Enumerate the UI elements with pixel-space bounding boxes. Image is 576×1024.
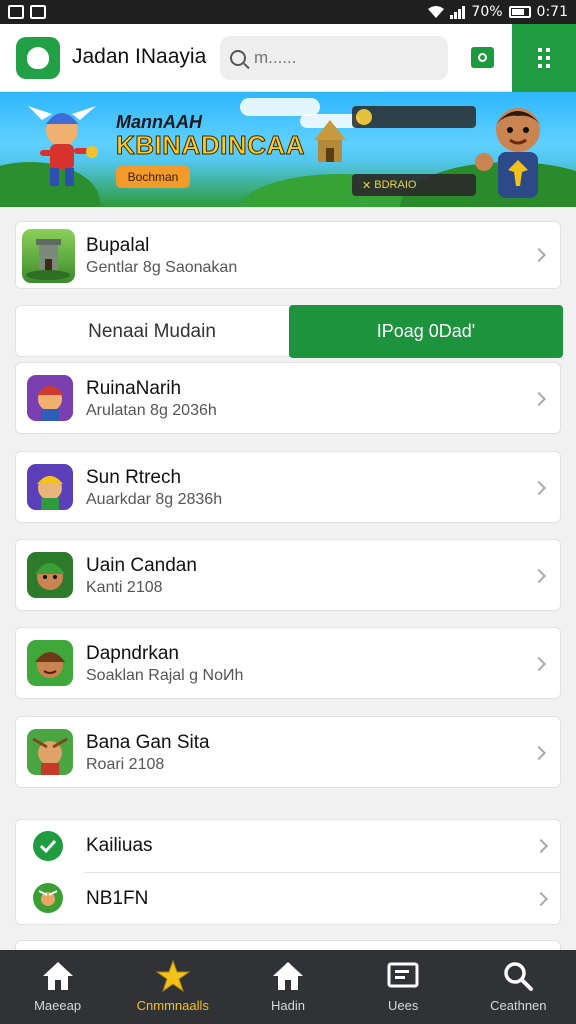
library-icon <box>387 962 419 988</box>
nav-label: Maeeap <box>34 998 82 1013</box>
banner-chip: ✕ BDRAIO <box>352 174 476 196</box>
record-icon <box>478 53 487 62</box>
grid-menu-icon <box>538 48 550 68</box>
banner-button[interactable]: Bochman <box>116 166 190 188</box>
bottom-navigation: Maeeap Cnmmnaalls Hadin Uees Ceathnen <box>0 950 576 1024</box>
home-icon <box>272 962 303 990</box>
list-item-subtitle: Soaklan Rajal g NoИh <box>86 667 244 684</box>
chevron-right-icon <box>531 568 547 584</box>
search-input[interactable] <box>254 48 424 68</box>
nav-label: Uees <box>387 998 419 1013</box>
chevron-right-icon <box>531 247 547 263</box>
list-item-subtitle: Arulatan 8g 2036h <box>86 402 217 419</box>
list-item-title: Dapndrkan <box>86 643 179 664</box>
nav-label: Cnmmnaalls <box>136 998 209 1013</box>
chevron-right-icon <box>531 391 547 407</box>
list-item[interactable]: Bana Gan Sita Roari 2108 <box>15 716 561 788</box>
game-thumbnail-icon <box>27 464 73 510</box>
notification-icon <box>8 5 24 19</box>
settings-row-label: Kailiuas <box>86 835 153 856</box>
chevron-right-icon <box>531 745 547 761</box>
app-notification-icon <box>30 5 46 19</box>
list-item-subtitle: Auarkdar 8g 2836h <box>86 491 223 508</box>
list-item[interactable]: Sun Rtrech Auarkdar 8g 2836h <box>15 451 561 523</box>
search-icon <box>504 962 534 991</box>
promo-banner[interactable]: MannAAH KBINADINCAA Bochman ✕ BDRAIO <box>0 92 576 207</box>
featured-subtitle: Gentlar 8g Saonakan <box>86 259 238 276</box>
status-bar: 70% 0:71 <box>0 0 576 24</box>
menu-button[interactable] <box>512 24 576 92</box>
coin-chip <box>352 106 476 128</box>
list-item-title: Sun Rtrech <box>86 467 182 488</box>
nav-hub[interactable]: Hadin <box>230 950 345 1024</box>
tab-left[interactable]: Nenaai Mudain <box>16 306 288 358</box>
home-icon <box>42 962 73 990</box>
clock: 0:71 <box>536 4 568 20</box>
featured-title: Bupalal <box>86 235 150 256</box>
chevron-right-icon <box>531 656 547 672</box>
app-logo-icon[interactable] <box>16 37 60 79</box>
game-thumbnail-icon <box>27 375 73 421</box>
chevron-right-icon <box>531 480 547 496</box>
settings-row[interactable]: Kailiuas <box>16 820 562 872</box>
game-thumbnail-icon <box>27 552 73 598</box>
nav-home[interactable]: Maeeap <box>0 950 115 1024</box>
list-item[interactable]: RuinaNarih Arulatan 8g 2036h <box>15 362 561 434</box>
chevron-right-icon <box>533 838 549 854</box>
settings-row[interactable]: NB1FN <box>16 873 562 925</box>
signal-icon <box>450 5 466 19</box>
check-circle-icon <box>33 831 63 861</box>
list-item-title: RuinaNarih <box>86 378 182 399</box>
game-thumbnail-icon <box>27 640 73 686</box>
castle-icon <box>22 229 75 283</box>
temple-icon <box>314 120 346 162</box>
banner-headline: KBINADINCAA <box>116 130 305 161</box>
battery-icon <box>508 6 531 18</box>
search-box[interactable] <box>220 36 448 80</box>
list-item-subtitle: Kanti 2108 <box>86 579 163 596</box>
nav-search[interactable]: Ceathnen <box>461 950 576 1024</box>
tab-bar: Nenaai Mudain IPoag 0Dad' <box>15 305 563 358</box>
explorer-character-icon <box>475 108 540 198</box>
tab-right-active[interactable]: IPoag 0Dad' <box>289 305 563 358</box>
list-item-subtitle: Roari 2108 <box>86 756 165 773</box>
settings-row-label: NB1FN <box>86 888 149 909</box>
game-thumbnail-icon <box>27 729 73 775</box>
settings-card: Kailiuas NB1FN <box>15 819 562 925</box>
coin-icon <box>356 109 372 125</box>
app-bar: Jadan INaayia <box>0 24 576 92</box>
app-title: Jadan INaayia <box>72 45 207 68</box>
hero-character-icon <box>28 106 98 186</box>
nav-library[interactable]: Uees <box>346 950 461 1024</box>
nav-label: Hadin <box>270 998 305 1013</box>
nav-label: Ceathnen <box>490 998 547 1013</box>
game-leaf-icon <box>33 883 63 913</box>
list-item-title: Uain Candan <box>86 555 197 576</box>
list-item[interactable]: Uain Candan Kanti 2108 <box>15 539 561 611</box>
record-button[interactable] <box>471 47 494 68</box>
featured-item[interactable]: Bupalal Gentlar 8g Saonakan <box>15 221 561 289</box>
battery-percent: 70% <box>471 4 503 20</box>
chevron-right-icon <box>533 891 549 907</box>
nav-featured[interactable]: Cnmmnaalls <box>115 950 230 1024</box>
wifi-icon <box>428 6 445 18</box>
star-icon <box>155 960 190 992</box>
list-item-title: Bana Gan Sita <box>86 732 210 753</box>
search-icon <box>230 50 246 66</box>
list-item[interactable]: Dapndrkan Soaklan Rajal g NoИh <box>15 627 561 699</box>
